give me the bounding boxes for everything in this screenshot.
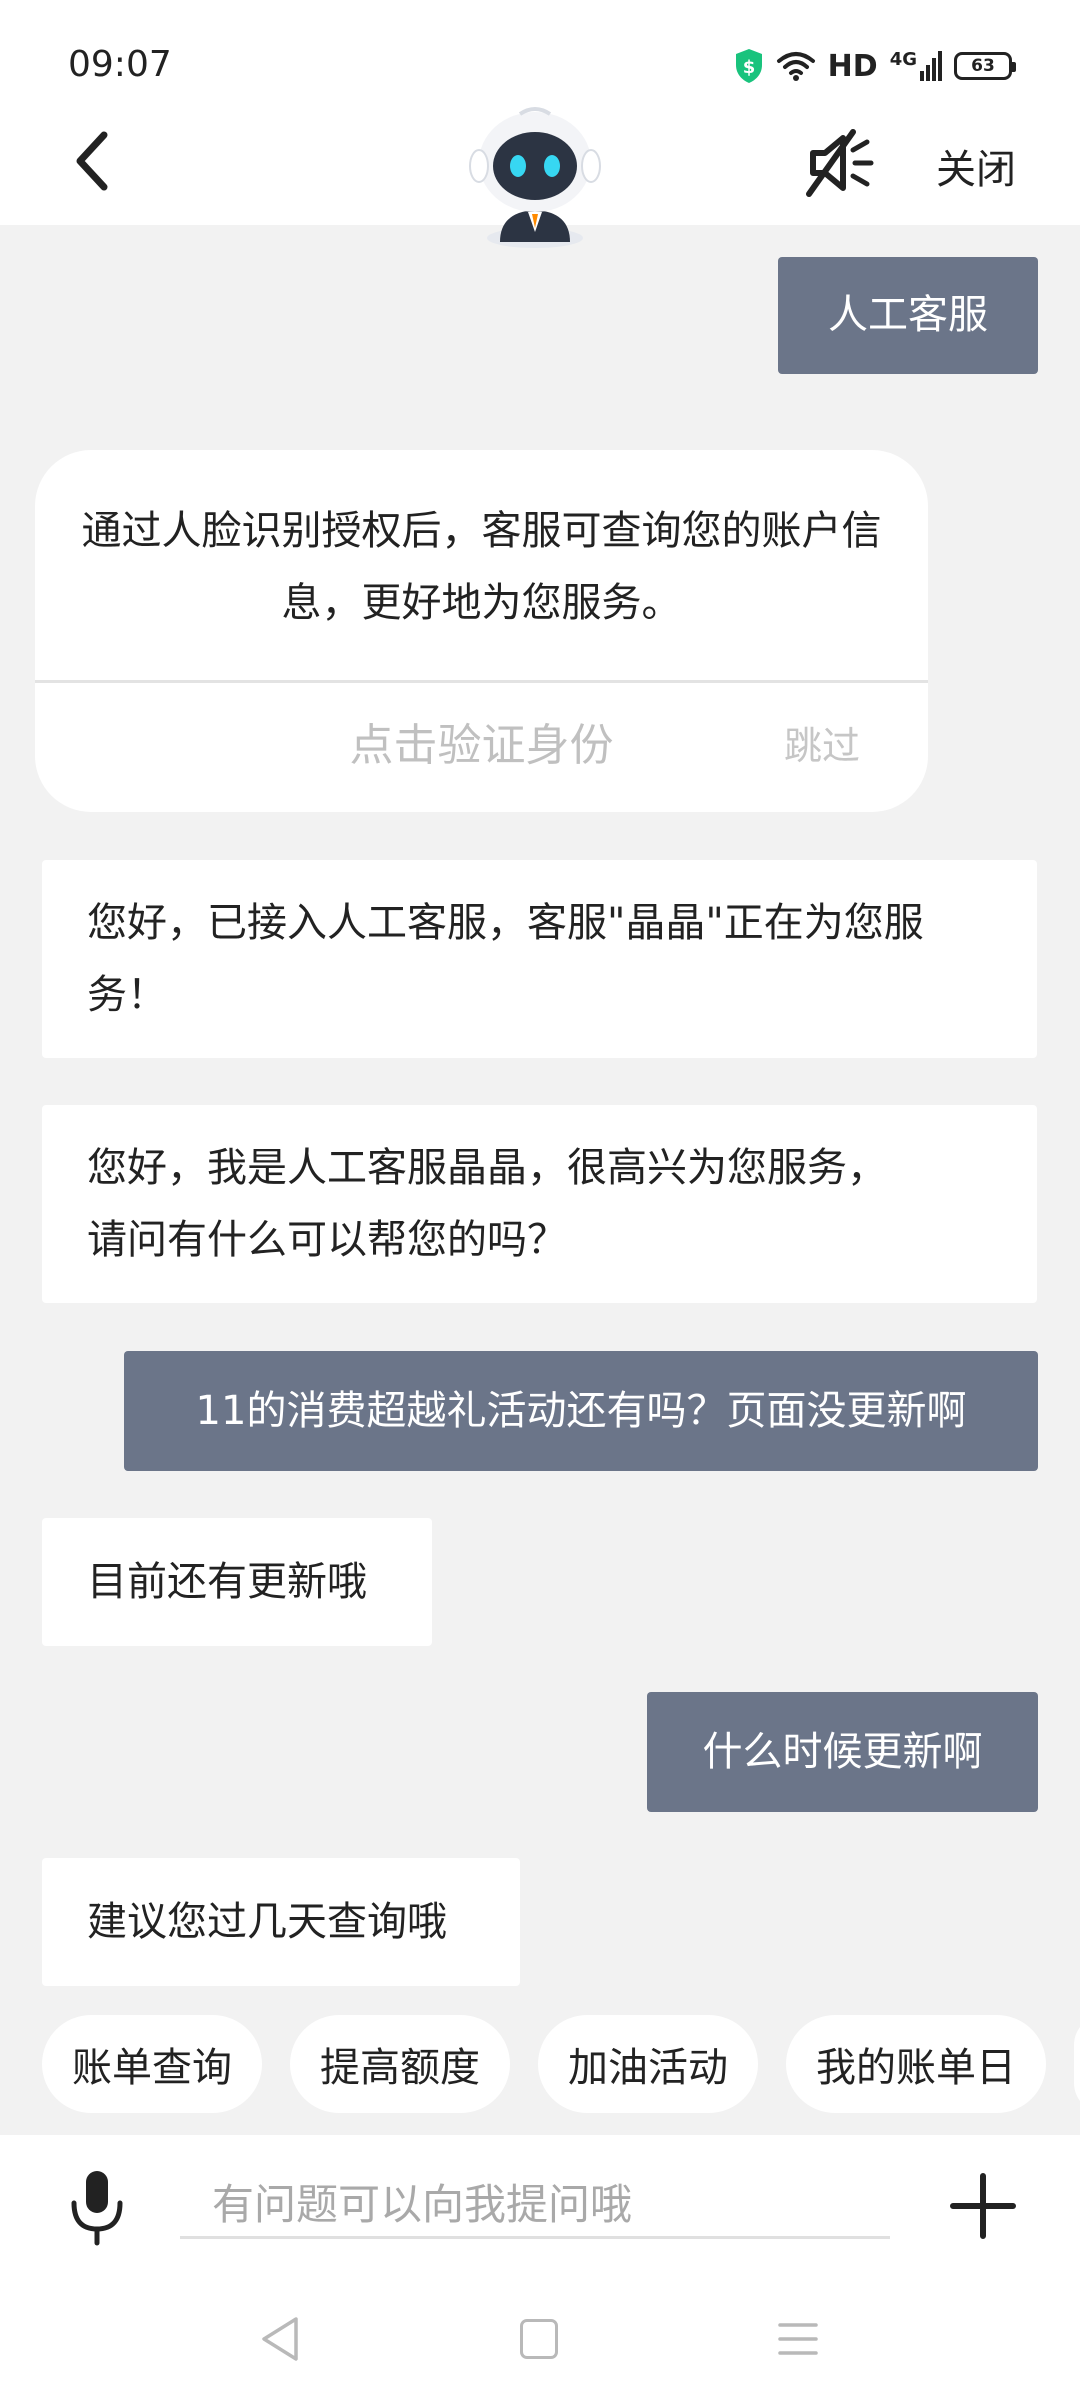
- network-label: HD: [827, 48, 878, 84]
- microphone-icon: [71, 2171, 123, 2246]
- plus-icon: [950, 2173, 1016, 2239]
- robot-avatar-icon: [460, 100, 610, 250]
- agent-message: 您好，我是人工客服晶晶，很高兴为您服务， 请问有什么可以帮您的吗？: [42, 1105, 1037, 1303]
- user-message: 人工客服: [778, 257, 1038, 374]
- network-type: 4G: [889, 49, 917, 70]
- divider: [35, 680, 928, 683]
- status-icons: $ HD 4G 63: [734, 46, 1016, 86]
- battery-icon: 63: [954, 52, 1016, 80]
- verification-text-line: 通过人脸识别授权后，客服可查询您的账户信: [81, 508, 882, 554]
- user-message: 什么时候更新啊: [647, 1692, 1038, 1812]
- svg-text:$: $: [742, 57, 755, 78]
- message-text-line: 您好，我是人工客服晶晶，很高兴为您服务，: [87, 1145, 887, 1191]
- message-input[interactable]: [180, 2173, 890, 2239]
- agent-message: 您好，已接入人工客服，客服"晶晶"正在为您服 务！: [42, 860, 1037, 1058]
- shield-icon: $: [735, 49, 762, 83]
- speaker-muted-icon: [806, 129, 874, 197]
- agent-message: 目前还有更新哦: [42, 1518, 432, 1646]
- menu-icon: [778, 2323, 818, 2355]
- nav-back-button[interactable]: [258, 2315, 302, 2363]
- chip-bill-query[interactable]: 账单查询: [42, 2015, 262, 2113]
- header: 09:07 $ HD 4G 63 关闭: [0, 0, 1080, 248]
- nav-home-button[interactable]: [520, 2319, 558, 2359]
- status-time: 09:07: [68, 44, 172, 85]
- signal-icon: 4G: [890, 51, 942, 81]
- triangle-back-icon: [262, 2317, 298, 2361]
- mute-button[interactable]: [805, 128, 875, 198]
- chip-fuel-promotion[interactable]: 加油活动: [538, 2015, 758, 2113]
- back-button[interactable]: [60, 125, 120, 197]
- verification-text-line: 息，更好地为您服务。: [281, 580, 682, 626]
- chip-raise-limit[interactable]: 提高额度: [290, 2015, 510, 2113]
- user-message: 11的消费超越礼活动还有吗？页面没更新啊: [124, 1351, 1038, 1471]
- skip-button[interactable]: 跳过: [784, 698, 860, 794]
- chevron-left-icon: [76, 131, 108, 191]
- agent-message: 建议您过几天查询哦: [42, 1858, 520, 1986]
- nav-recents-button[interactable]: [778, 2319, 818, 2359]
- battery-level: 63: [971, 56, 995, 76]
- more-button[interactable]: [950, 2173, 1016, 2239]
- face-verification-card: 通过人脸识别授权后，客服可查询您的账户信 息，更好地为您服务。 点击验证身份 跳…: [35, 450, 928, 812]
- quick-reply-chips: 账单查询 提高额度 加油活动 我的账单日: [42, 2015, 1080, 2115]
- message-text-line: 请问有什么可以帮您的吗？: [87, 1217, 567, 1263]
- chip-partial[interactable]: [1074, 2015, 1080, 2113]
- chip-billing-date[interactable]: 我的账单日: [786, 2015, 1046, 2113]
- close-button[interactable]: 关闭: [936, 137, 1016, 195]
- message-text-line: 您好，已接入人工客服，客服"晶晶"正在为您服: [87, 900, 924, 946]
- wifi-icon: [776, 52, 815, 81]
- voice-input-button[interactable]: [62, 2165, 132, 2251]
- message-text-line: 务！: [87, 972, 167, 1018]
- input-bar: [0, 2135, 1080, 2400]
- verification-message: 通过人脸识别授权后，客服可查询您的账户信 息，更好地为您服务。: [65, 495, 898, 639]
